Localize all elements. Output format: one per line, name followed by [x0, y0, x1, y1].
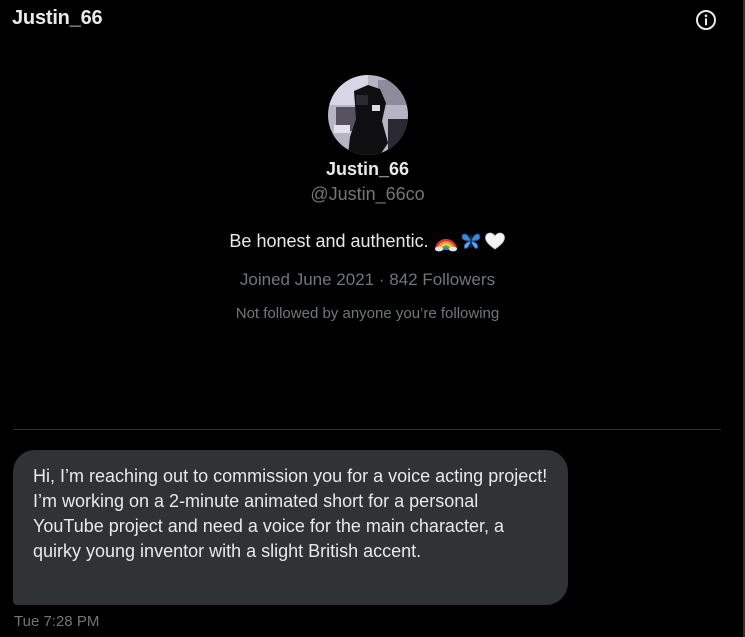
followers-count-link[interactable]: 842 Followers	[389, 270, 495, 289]
bio-text: Be honest and authentic.	[229, 231, 429, 251]
white-heart-icon	[484, 232, 505, 250]
profile-bio: Be honest and authentic.	[0, 228, 735, 254]
joined-date: Joined June 2021	[239, 270, 375, 289]
butterfly-icon	[461, 233, 480, 249]
profile-summary: Justin_66 @Justin_66co Be honest and aut…	[0, 75, 735, 324]
profile-handle[interactable]: @Justin_66co	[0, 182, 735, 206]
profile-divider	[13, 429, 721, 430]
message-bubble[interactable]: Hi, I’m reaching out to commission you f…	[13, 450, 568, 605]
meta-separator: ·	[374, 270, 390, 289]
rainbow-icon	[434, 238, 457, 252]
avatar[interactable]	[327, 75, 408, 155]
message-timestamp: Tue 7:28 PM	[14, 613, 100, 630]
info-circle-icon	[695, 9, 716, 30]
conversation-header-title: Justin_66	[12, 7, 103, 29]
message-text: Hi, I’m reaching out to commission you f…	[33, 466, 548, 561]
profile-meta: Joined June 2021 · 842 Followers	[0, 267, 735, 293]
user-avatar	[327, 75, 408, 155]
conversation-info-button[interactable]	[693, 7, 718, 32]
bio-emojis	[434, 230, 506, 252]
mutual-followers-status: Not followed by anyone you’re following	[235, 305, 500, 322]
profile-display-name[interactable]: Justin_66	[0, 156, 735, 182]
